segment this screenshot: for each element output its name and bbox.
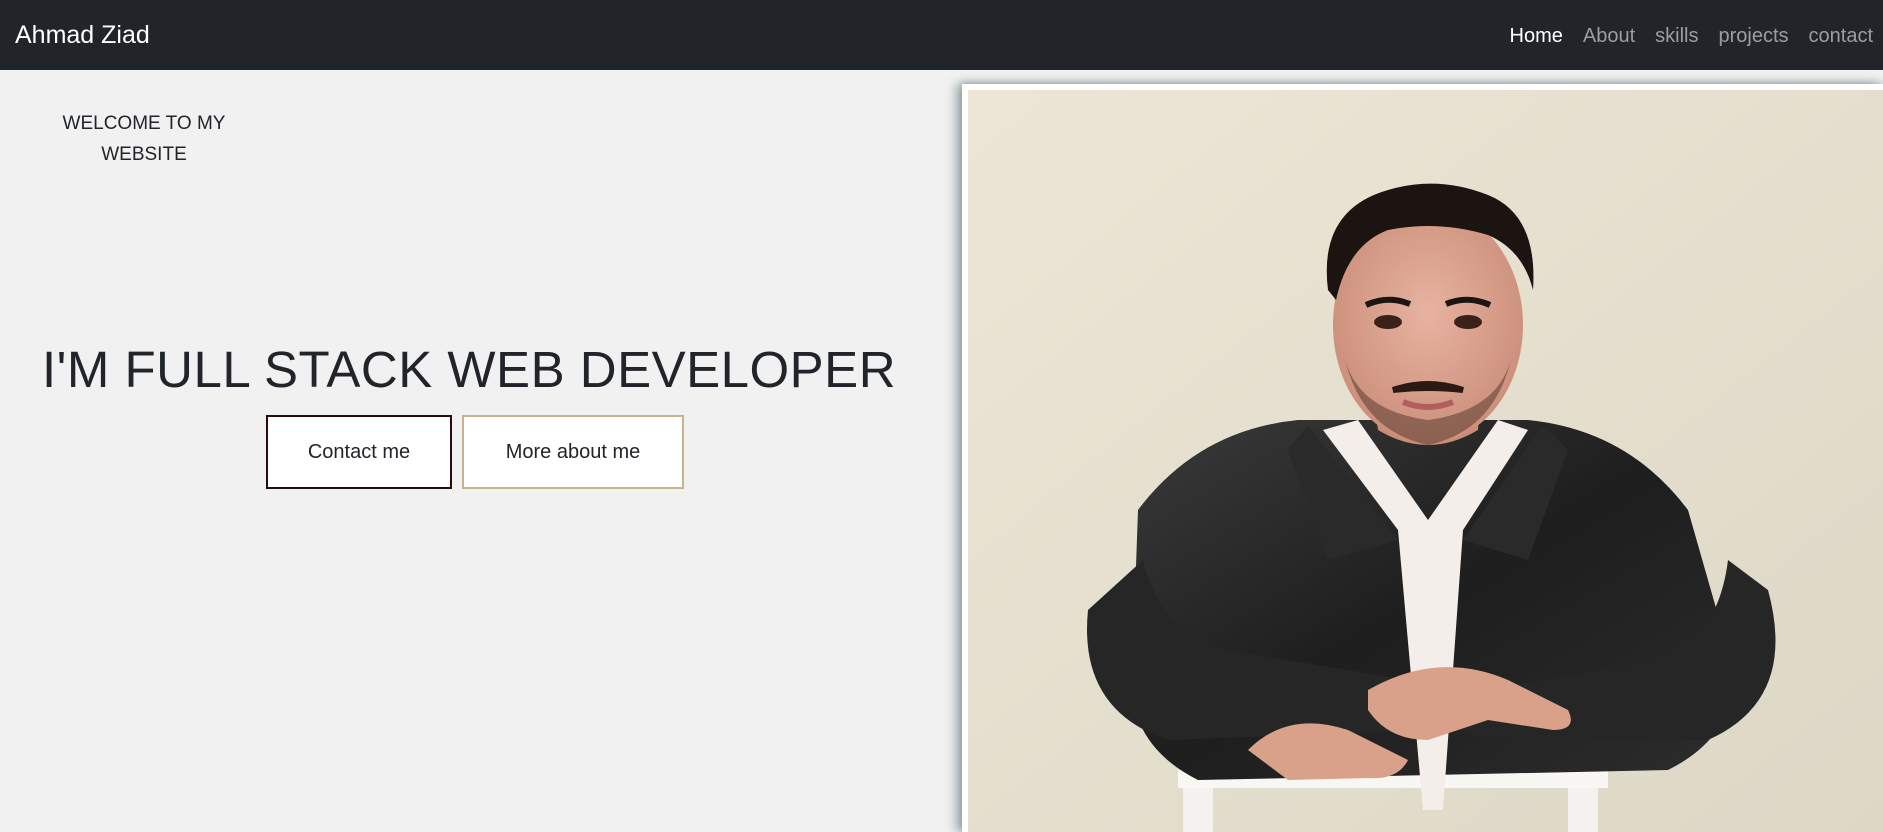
nav-link-skills[interactable]: skills: [1645, 22, 1708, 50]
brand-logo-text[interactable]: Ahmad Ziad: [15, 20, 150, 50]
more-about-me-button[interactable]: More about me: [462, 415, 684, 489]
profile-photo-frame: [962, 84, 1883, 832]
nav-link-projects[interactable]: projects: [1708, 22, 1798, 50]
hero-headline: I'M FULL STACK WEB DEVELOPER: [41, 341, 897, 398]
nav-link-contact[interactable]: contact: [1799, 22, 1883, 50]
nav-link-home[interactable]: Home: [1500, 22, 1573, 50]
top-navbar: Ahmad Ziad Home About skills projects co…: [0, 0, 1883, 70]
contact-me-button[interactable]: Contact me: [266, 415, 452, 489]
nav-link-about[interactable]: About: [1573, 22, 1645, 50]
nav-links: Home About skills projects contact: [1500, 22, 1883, 50]
profile-photo: [968, 90, 1883, 832]
welcome-text: WELCOME TO MY WEBSITE: [62, 113, 226, 165]
